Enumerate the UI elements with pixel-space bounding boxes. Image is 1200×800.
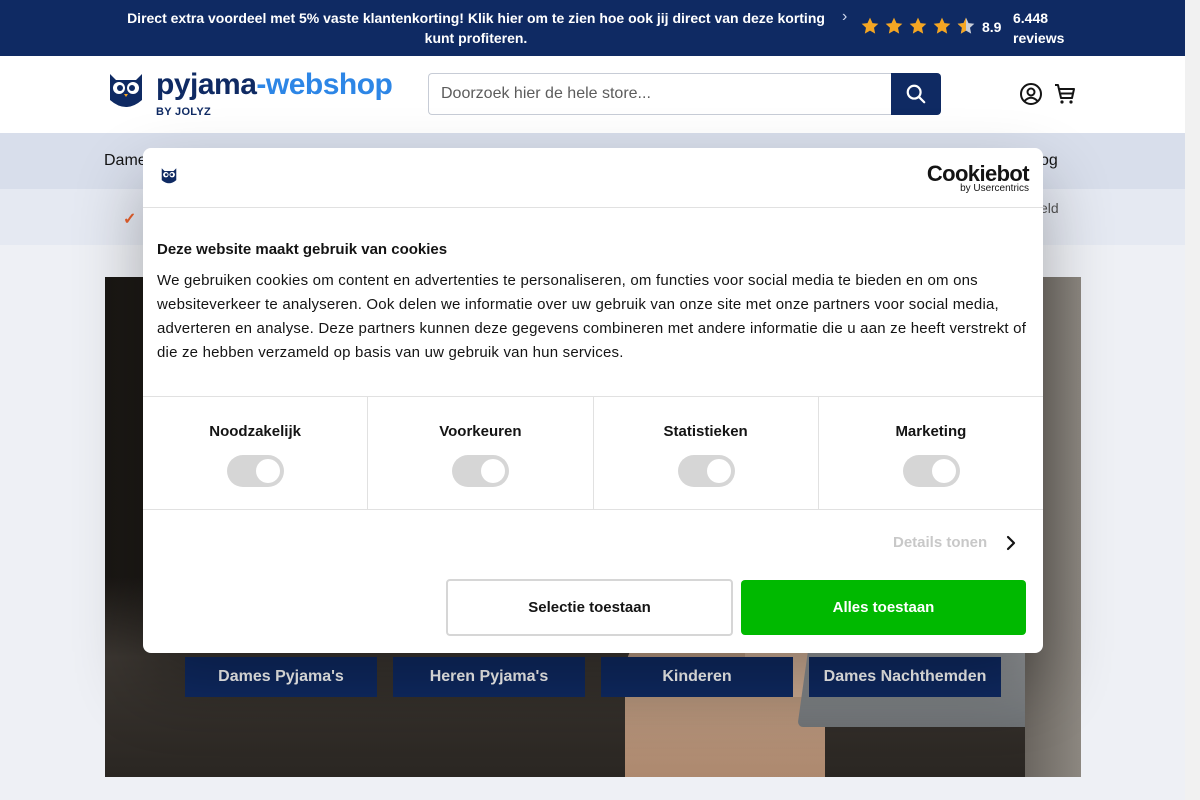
dialog-body-text: We gebruiken cookies om content en adver…	[157, 272, 1027, 361]
allow-all-button[interactable]: Alles toestaan	[741, 580, 1026, 635]
cookiebot-by: by Usercentrics	[960, 183, 1029, 194]
details-link[interactable]: Details tonen	[893, 534, 987, 551]
category-label: Marketing	[895, 423, 967, 440]
toggle-knob	[706, 459, 731, 483]
category-label: Statistieken	[663, 423, 748, 440]
dialog-header: Cookiebot by Usercentrics	[143, 148, 1043, 208]
allow-selection-button[interactable]: Selectie toestaan	[446, 579, 733, 636]
owl-logo-icon	[161, 168, 177, 184]
category-toggle-statistieken[interactable]	[677, 455, 735, 487]
cookie-categories: Noodzakelijk Voorkeuren Statistieken Mar…	[143, 396, 1043, 510]
cookie-consent-dialog: Cookiebot by Usercentrics Deze website m…	[143, 148, 1043, 653]
cookie-category-voorkeuren: Voorkeuren	[368, 397, 594, 509]
chevron-right-icon[interactable]	[1003, 533, 1019, 553]
category-toggle-voorkeuren[interactable]	[452, 455, 510, 487]
toggle-knob	[931, 459, 956, 483]
cookiebot-logo[interactable]: Cookiebot by Usercentrics	[925, 161, 1030, 194]
dialog-title: Deze website maakt gebruik van cookies	[157, 241, 448, 258]
cookie-category-noodzakelijk: Noodzakelijk	[143, 397, 369, 509]
category-toggle-marketing[interactable]	[902, 455, 960, 487]
toggle-knob	[256, 459, 281, 483]
page-scrollbar[interactable]	[1185, 0, 1200, 800]
cookie-category-marketing: Marketing	[819, 397, 1043, 509]
category-label: Noodzakelijk	[209, 423, 301, 440]
toggle-knob	[481, 459, 506, 483]
category-toggle-noodzakelijk[interactable]	[227, 455, 285, 487]
cookie-category-statistieken: Statistieken	[594, 397, 819, 509]
category-label: Voorkeuren	[439, 423, 522, 440]
